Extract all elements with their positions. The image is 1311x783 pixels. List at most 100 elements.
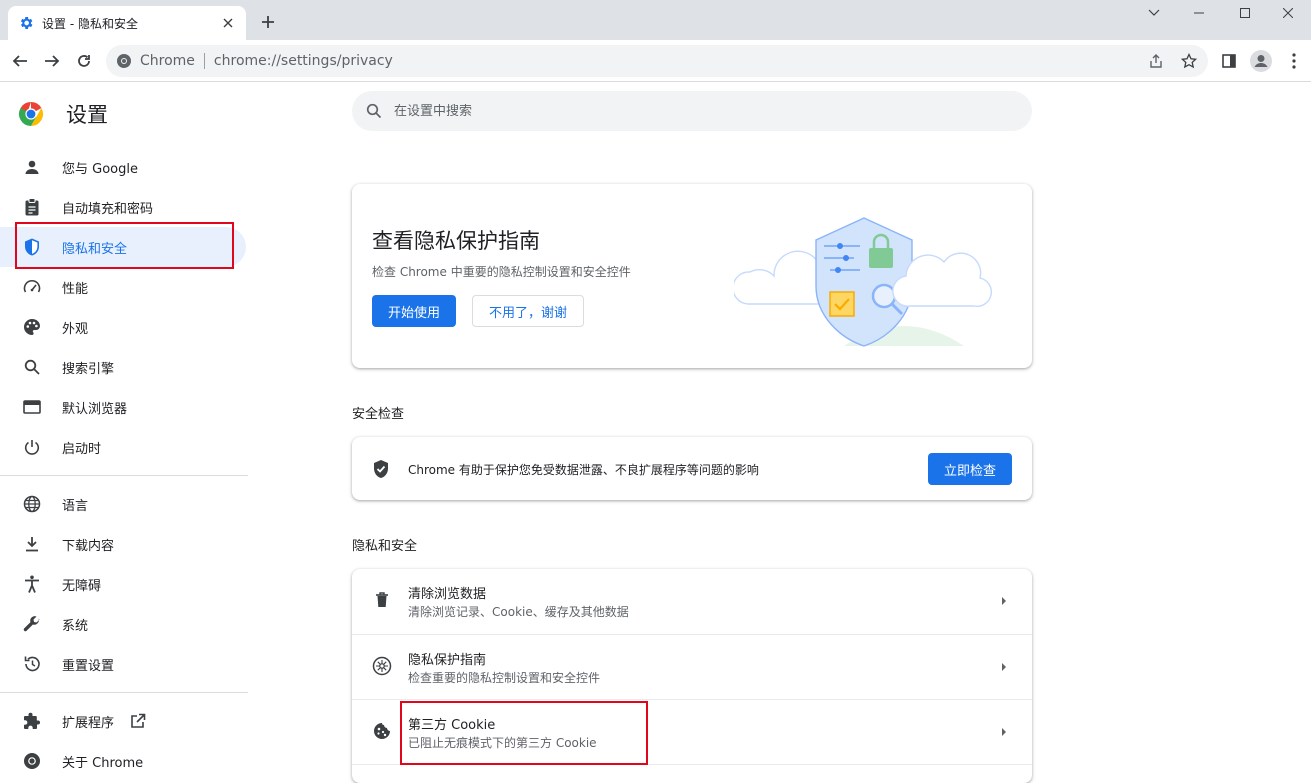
omnibox-url[interactable]: chrome://settings/privacy xyxy=(214,53,393,69)
toolbar: Chrome chrome://settings/privacy xyxy=(0,40,1311,82)
sidebar-item-accessibility[interactable]: 无障碍 xyxy=(0,564,246,604)
sidebar-item-appearance[interactable]: 外观 xyxy=(0,307,246,347)
omnibox-separator xyxy=(203,53,205,69)
clipboard-icon xyxy=(22,197,42,217)
search-input[interactable] xyxy=(394,103,954,119)
check-now-button[interactable]: 立即检查 xyxy=(928,453,1012,485)
sidebar-title: 设置 xyxy=(66,103,108,127)
back-arrow-icon[interactable] xyxy=(8,49,32,73)
row-title: 隐私保护指南 xyxy=(408,653,487,668)
sidebar-item-label: 扩展程序 xyxy=(62,715,115,731)
row-subtitle: 检查重要的隐私控制设置和安全控件 xyxy=(408,671,601,685)
search-icon xyxy=(22,357,42,377)
sidebar-item-label: 默认浏览器 xyxy=(62,401,128,417)
sidebar-item-label: 下载内容 xyxy=(62,538,115,554)
dismiss-guide-button[interactable]: 不用了，谢谢 xyxy=(472,295,584,327)
clear-browsing-data-row[interactable]: 清除浏览数据 清除浏览记录、Cookie、缓存及其他数据 xyxy=(352,569,1032,634)
safety-check-heading: 安全检查 xyxy=(352,407,405,422)
privacy-security-card: 清除浏览数据 清除浏览记录、Cookie、缓存及其他数据 隐私保护指南 检查重要… xyxy=(352,569,1032,783)
sidebar-item-label: 无障碍 xyxy=(62,578,102,594)
privacy-guide-row[interactable]: 隐私保护指南 检查重要的隐私控制设置和安全控件 xyxy=(352,634,1032,699)
tab-close-icon[interactable] xyxy=(220,15,236,31)
star-icon[interactable] xyxy=(1179,51,1199,71)
compass-icon xyxy=(372,656,392,676)
privacy-guide-illustration xyxy=(732,206,998,350)
sidebar-item-label: 系统 xyxy=(62,618,89,634)
start-guide-button[interactable]: 开始使用 xyxy=(372,295,456,327)
address-bar[interactable]: Chrome chrome://settings/privacy xyxy=(106,45,1208,77)
privacy-guide-title: 查看隐私保护指南 xyxy=(372,229,540,253)
close-icon[interactable] xyxy=(1265,0,1311,26)
sidebar-item-label: 关于 Chrome xyxy=(62,755,144,771)
reload-icon[interactable] xyxy=(72,49,96,73)
sidebar-item-downloads[interactable]: 下载内容 xyxy=(0,524,246,564)
sidebar-item-reset[interactable]: 重置设置 xyxy=(0,644,246,684)
accessibility-icon xyxy=(22,574,42,594)
maximize-icon[interactable] xyxy=(1222,0,1268,26)
chevron-right-icon xyxy=(996,593,1012,609)
sidebar-item-system[interactable]: 系统 xyxy=(0,604,246,644)
shield-check-icon xyxy=(372,459,390,479)
sidebar-item-label: 您与 Google xyxy=(62,161,138,177)
reset-icon xyxy=(22,654,42,674)
row-subtitle: 已阻止无痕模式下的第三方 Cookie xyxy=(408,736,597,750)
gear-icon xyxy=(18,15,34,31)
sidebar-item-label: 启动时 xyxy=(62,441,102,457)
wrench-icon xyxy=(22,614,42,634)
sidebar-item-privacy[interactable]: 隐私和安全 xyxy=(0,227,246,267)
chrome-logo-icon xyxy=(18,101,44,127)
sidebar-item-label: 隐私和安全 xyxy=(62,241,128,257)
sidebar-item-label: 搜索引擎 xyxy=(62,361,115,377)
tab-title: 设置 - 隐私和安全 xyxy=(42,16,138,31)
sidebar-divider xyxy=(0,475,248,476)
chrome-icon xyxy=(116,53,132,69)
puzzle-icon xyxy=(22,711,42,731)
new-tab-button[interactable] xyxy=(258,12,278,32)
person-icon xyxy=(22,157,42,177)
sidebar: 设置 您与 Google 自动填充和密码 隐私和安全 性能 外观 搜索引擎 默认… xyxy=(0,83,248,774)
shield-icon xyxy=(22,237,42,257)
third-party-cookies-row[interactable]: 第三方 Cookie 已阻止无痕模式下的第三方 Cookie xyxy=(352,699,1032,764)
chrome-icon xyxy=(22,751,42,771)
privacy-guide-subtitle: 检查 Chrome 中重要的隐私控制设置和安全控件 xyxy=(372,265,631,279)
sidebar-item-autofill[interactable]: 自动填充和密码 xyxy=(0,187,246,227)
search-icon xyxy=(366,103,382,119)
row-title: 第三方 Cookie xyxy=(408,718,496,733)
open-in-new-icon xyxy=(130,713,146,729)
sidebar-item-search-engine[interactable]: 搜索引擎 xyxy=(0,347,246,387)
sidebar-item-default-browser[interactable]: 默认浏览器 xyxy=(0,387,246,427)
sidebar-item-languages[interactable]: 语言 xyxy=(0,484,246,524)
share-icon[interactable] xyxy=(1146,51,1166,71)
side-panel-icon[interactable] xyxy=(1218,50,1240,72)
chevron-right-icon xyxy=(996,724,1012,740)
row-title: 清除浏览数据 xyxy=(408,587,487,602)
sidebar-item-label: 自动填充和密码 xyxy=(62,201,154,217)
safety-check-text: Chrome 有助于保护您免受数据泄露、不良扩展程序等问题的影响 xyxy=(408,463,759,477)
download-icon xyxy=(22,534,42,554)
sidebar-item-extensions[interactable]: 扩展程序 xyxy=(0,701,246,741)
sidebar-item-on-startup[interactable]: 启动时 xyxy=(0,427,246,467)
more-vert-icon[interactable] xyxy=(1283,50,1305,72)
chevron-down-icon[interactable] xyxy=(1131,0,1177,26)
minimize-icon[interactable] xyxy=(1176,0,1222,26)
sidebar-divider xyxy=(0,692,248,693)
trash-icon xyxy=(372,590,392,610)
speedometer-icon xyxy=(22,277,42,297)
safety-check-card: Chrome 有助于保护您免受数据泄露、不良扩展程序等问题的影响 立即检查 xyxy=(352,437,1032,500)
row-subtitle: 清除浏览记录、Cookie、缓存及其他数据 xyxy=(408,605,629,619)
forward-arrow-icon[interactable] xyxy=(40,49,64,73)
omnibox-site-label: Chrome xyxy=(140,53,195,69)
profile-avatar[interactable] xyxy=(1250,50,1272,72)
sidebar-item-performance[interactable]: 性能 xyxy=(0,267,246,307)
power-icon xyxy=(22,437,42,457)
browser-icon xyxy=(22,397,42,417)
tab-settings[interactable]: 设置 - 隐私和安全 xyxy=(8,6,246,40)
settings-search[interactable] xyxy=(352,91,1032,131)
palette-icon xyxy=(22,317,42,337)
sidebar-item-about-chrome[interactable]: 关于 Chrome xyxy=(0,741,246,781)
sidebar-item-label: 语言 xyxy=(62,498,89,514)
chevron-right-icon xyxy=(996,659,1012,675)
sidebar-item-label: 重置设置 xyxy=(62,658,115,674)
sidebar-item-you-and-google[interactable]: 您与 Google xyxy=(0,147,246,187)
settings-brand: 设置 xyxy=(18,99,108,129)
